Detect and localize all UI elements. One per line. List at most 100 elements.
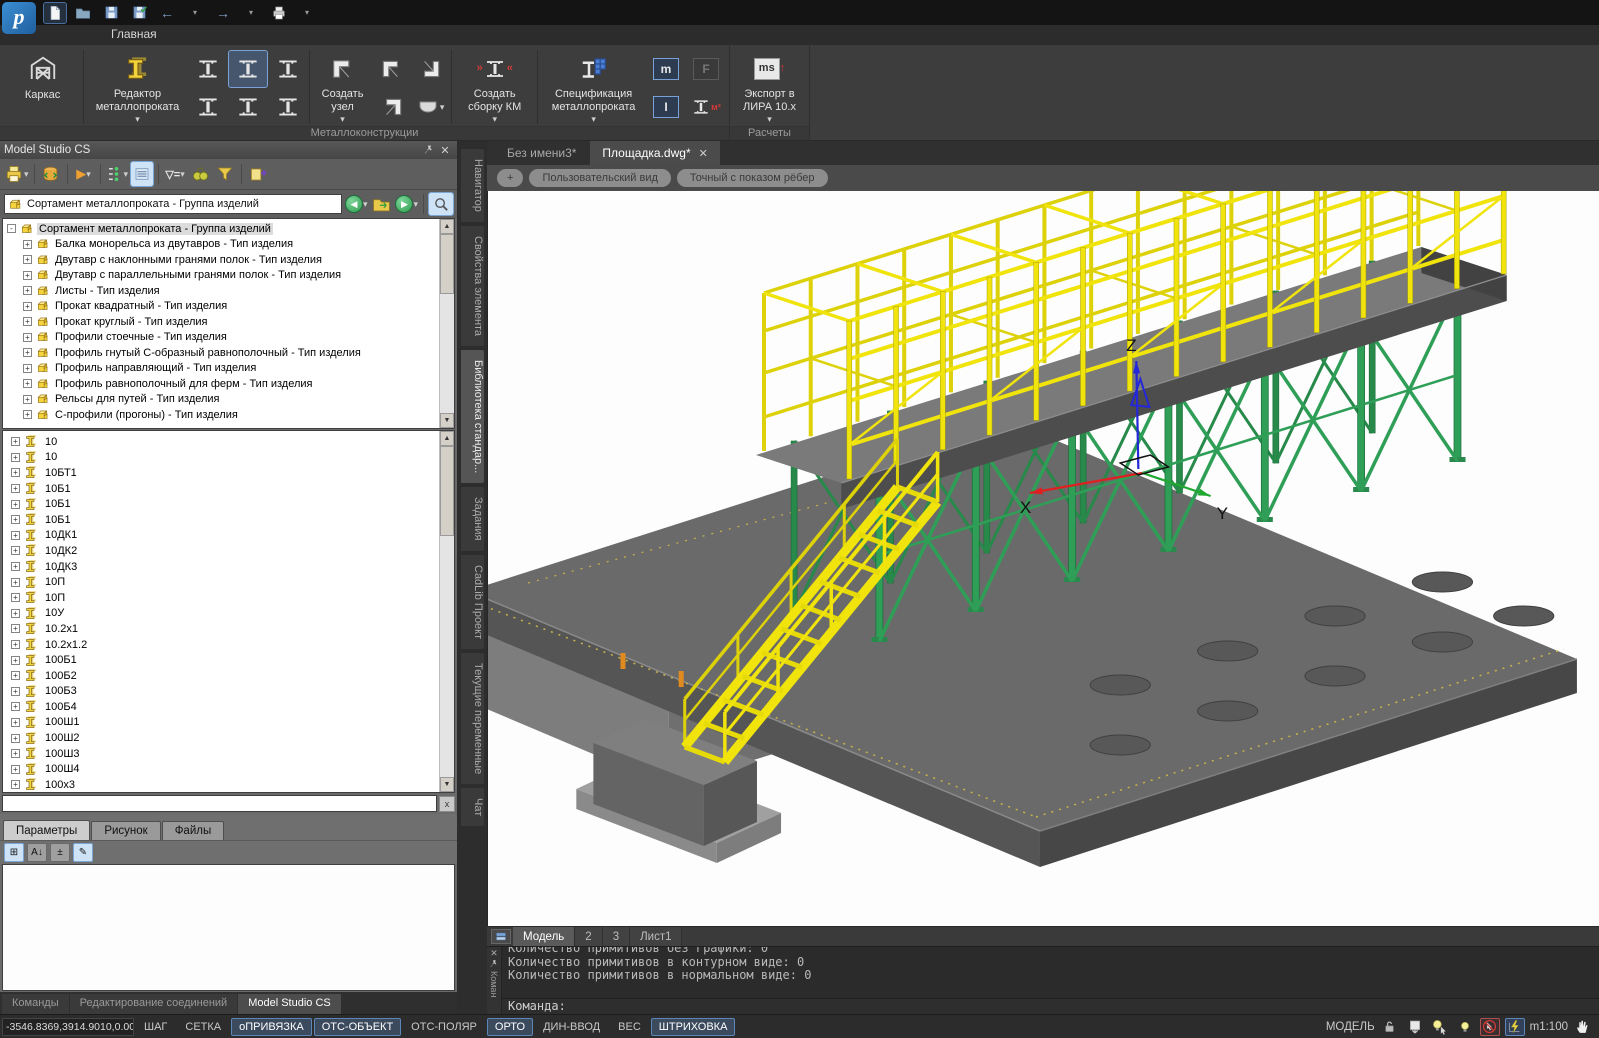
sort-az-button[interactable]: A↓ bbox=[27, 843, 47, 862]
expander-icon[interactable]: + bbox=[11, 656, 20, 665]
annotation-visibility-icon[interactable] bbox=[1430, 1018, 1450, 1036]
panel-tab[interactable]: Файлы bbox=[162, 821, 225, 840]
profile-item[interactable]: + 100Ш4 bbox=[3, 761, 454, 777]
expander-icon[interactable]: + bbox=[11, 531, 20, 540]
node-tool-3[interactable] bbox=[411, 51, 449, 87]
scroll-down-icon[interactable]: ▼ bbox=[440, 777, 454, 792]
scroll-down-icon[interactable]: ▼ bbox=[440, 413, 454, 428]
save-all-button[interactable] bbox=[128, 3, 150, 23]
panel-database-button[interactable] bbox=[40, 162, 62, 186]
view-pill-button[interactable]: Пользовательский вид bbox=[529, 169, 670, 187]
tree-item[interactable]: + Прокат круглый - Тип изделия bbox=[3, 314, 454, 330]
category-combo[interactable]: Сортамент металлопроката - Группа издели… bbox=[4, 194, 342, 214]
profile-item[interactable]: + 10Б1 bbox=[3, 512, 454, 528]
expander-icon[interactable]: + bbox=[11, 702, 20, 711]
redo-button[interactable]: → bbox=[212, 3, 234, 23]
tree-item[interactable]: + Профиль равнополочный для ферм - Тип и… bbox=[3, 376, 454, 392]
scroll-up-icon[interactable]: ▲ bbox=[440, 219, 454, 234]
dock-tab[interactable]: Model Studio CS bbox=[238, 994, 341, 1014]
expander-icon[interactable]: + bbox=[11, 734, 20, 743]
document-tab[interactable]: Без имени3*✕ bbox=[495, 141, 588, 165]
status-toggle[interactable]: ШАГ bbox=[136, 1018, 175, 1036]
expander-icon[interactable]: + bbox=[11, 718, 20, 727]
beam-tool-3[interactable] bbox=[269, 51, 307, 87]
drawing-canvas[interactable]: XYZ bbox=[487, 191, 1599, 926]
expander-icon[interactable]: + bbox=[11, 765, 20, 774]
expander-icon[interactable]: + bbox=[11, 671, 20, 680]
scroll-up-icon[interactable]: ▲ bbox=[440, 431, 454, 446]
expander-icon[interactable]: + bbox=[23, 317, 32, 326]
filter-clear-button[interactable]: x bbox=[439, 796, 455, 812]
app-logo-icon[interactable]: p bbox=[2, 2, 36, 34]
tree-item[interactable]: + Рельсы для путей - Тип изделия bbox=[3, 392, 454, 408]
expander-icon[interactable]: + bbox=[11, 780, 20, 789]
profile-item[interactable]: + 10Б1 bbox=[3, 481, 454, 497]
quick-access-customize[interactable]: ▾ bbox=[296, 3, 318, 23]
expander-icon[interactable]: + bbox=[11, 484, 20, 493]
profile-item[interactable]: + 100Ш3 bbox=[3, 746, 454, 762]
lock-icon[interactable] bbox=[1380, 1018, 1400, 1036]
status-toggle[interactable]: СЕТКА bbox=[177, 1018, 229, 1036]
expander-icon[interactable]: + bbox=[11, 437, 20, 446]
expander-icon[interactable]: + bbox=[23, 364, 32, 373]
expander-icon[interactable]: + bbox=[11, 624, 20, 633]
profile-item[interactable]: + 100Б3 bbox=[3, 684, 454, 700]
profile-item[interactable]: + 100Б4 bbox=[3, 699, 454, 715]
panel-tab[interactable]: Параметры bbox=[3, 820, 90, 840]
side-tab[interactable]: Задания bbox=[461, 487, 484, 550]
export-lira-button[interactable]: ms↑ Экспорт в ЛИРА 10.x bbox=[734, 48, 805, 124]
expander-icon[interactable]: + bbox=[11, 562, 20, 571]
profile-item[interactable]: + 10У bbox=[3, 606, 454, 622]
profile-item[interactable]: + 10П bbox=[3, 574, 454, 590]
panel-print-button[interactable] bbox=[4, 162, 29, 186]
side-tab[interactable]: Библиотека стандар... bbox=[461, 350, 484, 483]
panel-listview-button[interactable] bbox=[131, 162, 153, 186]
view-pill-button[interactable]: Точный с показом рёбер bbox=[677, 169, 828, 187]
tree-item[interactable]: + Профили стоечные - Тип изделия bbox=[3, 330, 454, 346]
redo-dropdown[interactable]: ▾ bbox=[240, 3, 262, 23]
beam-tool-1[interactable] bbox=[189, 51, 227, 87]
nav-forward-button[interactable]: ▶ bbox=[395, 192, 418, 216]
node-tool-1[interactable] bbox=[373, 51, 411, 87]
expander-icon[interactable]: + bbox=[23, 410, 32, 419]
expander-icon[interactable]: - bbox=[7, 224, 16, 233]
pan-hand-icon[interactable] bbox=[1573, 1018, 1593, 1036]
undo-dropdown[interactable]: ▾ bbox=[184, 3, 206, 23]
status-toggle[interactable]: ВЕС bbox=[610, 1018, 649, 1036]
save-button[interactable] bbox=[100, 3, 122, 23]
expander-icon[interactable]: + bbox=[11, 453, 20, 462]
profile-item[interactable]: + 10БТ1 bbox=[3, 465, 454, 481]
profile-item[interactable]: + 100Б1 bbox=[3, 652, 454, 668]
status-toggle[interactable]: ШТРИХОВКА bbox=[651, 1018, 736, 1036]
group-params-button[interactable]: ⊞ bbox=[4, 843, 24, 862]
edit-table-button[interactable]: ✎ bbox=[73, 843, 93, 862]
tree-item[interactable]: + Двутавр с параллельными гранями полок … bbox=[3, 268, 454, 284]
expander-icon[interactable]: + bbox=[11, 687, 20, 696]
new-file-button[interactable] bbox=[44, 3, 66, 23]
expander-icon[interactable]: + bbox=[11, 640, 20, 649]
annotation-scale-icon[interactable] bbox=[1405, 1018, 1425, 1036]
tree-scrollbar[interactable]: ▲ ▼ bbox=[439, 219, 454, 428]
dynamic-ucs-icon[interactable] bbox=[1505, 1018, 1525, 1036]
dock-tab[interactable]: Команды bbox=[2, 994, 69, 1014]
side-tab[interactable]: Чат bbox=[461, 788, 484, 826]
expander-icon[interactable]: + bbox=[11, 749, 20, 758]
panel-tab[interactable]: Рисунок bbox=[91, 821, 160, 840]
beam-tool-2-selected[interactable] bbox=[229, 51, 267, 87]
panel-run-button[interactable]: ▶ bbox=[73, 162, 95, 186]
nav-up-button[interactable] bbox=[370, 192, 392, 216]
beam-tool-6[interactable] bbox=[269, 89, 307, 125]
node-tool-bowl[interactable] bbox=[411, 89, 449, 125]
status-toggle[interactable]: ДИН-ВВОД bbox=[535, 1018, 608, 1036]
expander-icon[interactable]: + bbox=[11, 546, 20, 555]
profile-item[interactable]: + 100Ш2 bbox=[3, 730, 454, 746]
document-tab[interactable]: Площадка.dwg*✕ bbox=[590, 141, 719, 165]
profile-item[interactable]: + 10 bbox=[3, 450, 454, 466]
panel-treeview-button[interactable] bbox=[106, 162, 129, 186]
node-tool-2[interactable] bbox=[373, 89, 411, 125]
nav-back-button[interactable]: ◀ bbox=[345, 192, 368, 216]
panel-funnel-button[interactable] bbox=[214, 162, 236, 186]
expander-icon[interactable]: + bbox=[23, 348, 32, 357]
spec-tool-i[interactable]: I bbox=[647, 89, 685, 125]
profile-item[interactable]: + 100Ш1 bbox=[3, 715, 454, 731]
